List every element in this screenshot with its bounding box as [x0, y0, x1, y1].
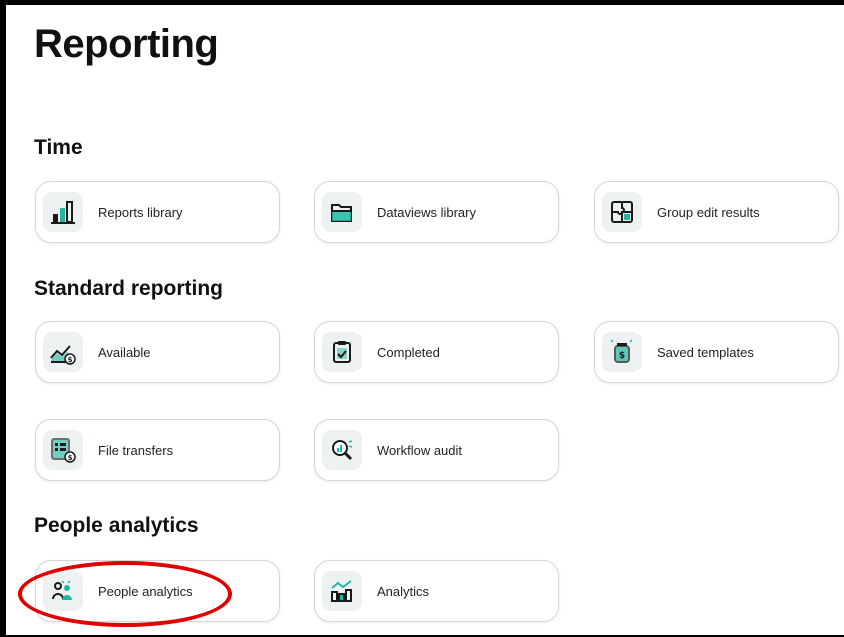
- tile-analytics[interactable]: Analytics: [314, 560, 559, 622]
- chart-dollar-icon: $: [43, 332, 83, 372]
- window-frame: [0, 0, 844, 637]
- tile-file-transfers[interactable]: $ File transfers: [35, 419, 280, 481]
- svg-text:$: $: [619, 351, 625, 361]
- folder-icon: [322, 192, 362, 232]
- tile-label: Group edit results: [657, 204, 760, 220]
- tile-label: Completed: [377, 344, 440, 360]
- tile-dataviews-library[interactable]: Dataviews library: [314, 181, 559, 243]
- tile-reports-library[interactable]: Reports library: [35, 181, 280, 243]
- money-jar-icon: $: [602, 332, 642, 372]
- tile-workflow-audit[interactable]: Workflow audit: [314, 419, 559, 481]
- section-title-time: Time: [34, 136, 83, 159]
- svg-text:$: $: [68, 356, 73, 364]
- analytics-icon: [322, 571, 362, 611]
- tile-label: File transfers: [98, 442, 174, 458]
- svg-text:$: $: [68, 454, 73, 462]
- magnify-chart-icon: [322, 430, 362, 470]
- tile-label: Analytics: [377, 583, 430, 599]
- bar-chart-icon: [43, 192, 83, 232]
- tile-people-analytics[interactable]: People analytics: [35, 560, 280, 622]
- tile-label: Available: [98, 344, 151, 360]
- section-title-people-analytics: People analytics: [34, 514, 199, 537]
- section-title-standard-reporting: Standard reporting: [34, 277, 224, 300]
- tile-group-edit-results[interactable]: Group edit results: [594, 181, 839, 243]
- tile-label: People analytics: [98, 583, 193, 599]
- tile-label: Workflow audit: [377, 442, 463, 458]
- tile-label: Reports library: [98, 204, 183, 220]
- puzzle-icon: [602, 192, 642, 232]
- page-title: Reporting: [34, 22, 219, 66]
- people-icon: [43, 571, 83, 611]
- tile-available[interactable]: $ Available: [35, 321, 280, 383]
- tile-saved-templates[interactable]: $ Saved templates: [594, 321, 839, 383]
- file-grid-dollar-icon: $: [43, 430, 83, 470]
- clipboard-check-icon: [322, 332, 362, 372]
- tile-label: Saved templates: [657, 344, 754, 360]
- tile-completed[interactable]: Completed: [314, 321, 559, 383]
- tile-label: Dataviews library: [377, 204, 476, 220]
